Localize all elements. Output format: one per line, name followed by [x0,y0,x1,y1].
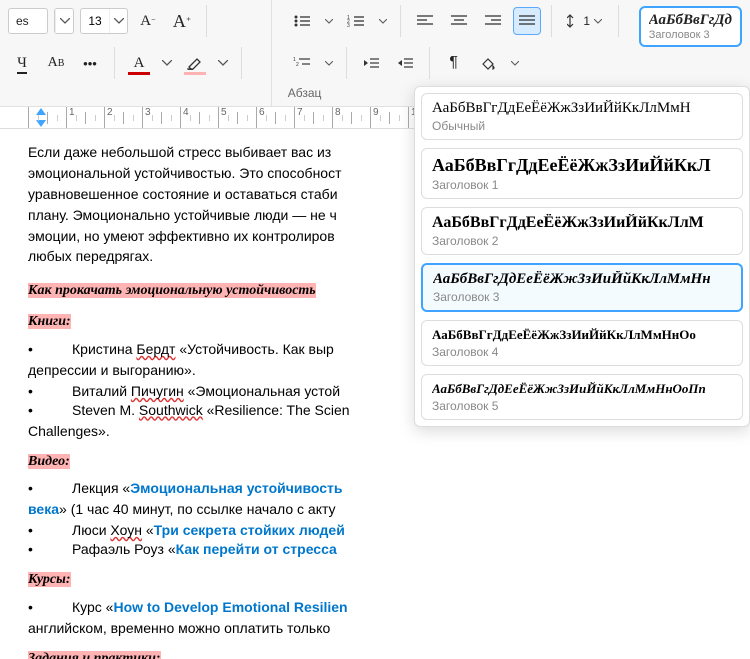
link[interactable]: How to Develop Emotional Resilien [113,599,347,615]
paint-bucket-icon [480,56,496,70]
font-size-combo[interactable] [80,8,128,34]
align-right-button[interactable] [479,7,507,35]
multilevel-list-dropdown[interactable] [322,49,336,77]
heading-video: Видео: [28,454,70,469]
decrease-font-button[interactable]: A⁻ [134,7,162,35]
paragraph-shading-dropdown[interactable] [508,49,522,77]
font-name-value: es [13,14,32,28]
highlight-button[interactable] [181,49,209,77]
link[interactable]: Как перейти от стресса [176,541,337,557]
style-label: Заголовок 1 [432,178,732,192]
style-sample: АаБбВвГгДдЕеЁёЖжЗзИиЙйКкЛлМмНн [433,271,731,288]
list-item: •Рафаэль Роуз «Как перейти от стресса [28,540,722,559]
font-color-dropdown[interactable] [159,49,175,77]
bulleted-list-button[interactable] [288,7,316,35]
paragraph-line: века» (1 час 40 минут, по ссылке начало … [28,500,722,519]
style-label: Заголовок 5 [432,399,732,413]
increase-font-button[interactable]: A⁺ [168,7,196,35]
line-spacing-button[interactable]: 1 [562,7,608,35]
decrease-indent-button[interactable] [357,49,385,77]
toolbar-row-1: es A⁻ A⁺ [0,0,271,42]
svg-text:2: 2 [296,62,299,68]
paragraph-shading-button[interactable] [474,49,502,77]
current-style-preview[interactable]: АаБбВвГгДд Заголовок 3 [639,6,742,47]
more-font-button[interactable]: ••• [76,49,104,77]
svg-text:1: 1 [347,15,350,21]
align-justify-button[interactable] [513,7,541,35]
highlighter-icon [186,56,204,70]
font-name-combo[interactable]: es [8,8,48,34]
list-item: •Лекция «Эмоциональная устойчивость [28,479,722,498]
paragraph-line: английском, временно можно оплатить толь… [28,619,722,638]
style-preview-sample: АаБбВвГгДд [649,12,732,29]
line-spacing-value: 1 [583,14,590,28]
style-item-heading2[interactable]: АаБбВвГгДдЕеЁёЖжЗзИиЙйКкЛлМ Заголовок 2 [421,207,743,255]
list-item: •Люси Хоун «Три секрета стойких людей [28,521,722,540]
style-sample: АаБбВвГгДдЕеЁёЖжЗзИиЙйКкЛлМ [432,214,732,232]
style-label: Обычный [432,119,732,133]
smallcaps-button[interactable]: AB [42,49,70,77]
nonprinting-chars-button[interactable]: ¶ [440,49,468,77]
first-line-indent-marker[interactable] [36,108,46,115]
chevron-down-icon [55,9,73,33]
multilevel-list-button[interactable]: 12 [288,49,316,77]
font-color-button[interactable]: A [125,49,153,77]
style-item-normal[interactable]: АаБбВвГгДдЕеЁёЖжЗзИиЙйКкЛлМмН Обычный [421,93,743,140]
style-sample: АаБбВвГгДдЕеЁёЖжЗзИиЙйКкЛлМмНнОоПп [432,381,732,397]
style-sample: АаБбВвГгДдЕеЁёЖжЗзИиЙйКкЛлМмН [432,100,732,117]
link[interactable]: Три секрета стойких людей [154,522,345,538]
list-item: •Курс «How to Develop Emotional Resilien [28,598,722,617]
style-item-heading1[interactable]: АаБбВвГгДдЕеЁёЖжЗзИиЙйКкЛ Заголовок 1 [421,148,743,199]
numbered-list-dropdown[interactable] [376,7,390,35]
align-center-button[interactable] [445,7,473,35]
style-preview-label: Заголовок 3 [649,29,732,41]
font-size-input[interactable] [81,14,109,28]
style-label: Заголовок 3 [433,290,731,304]
style-label: Заголовок 4 [432,345,732,359]
align-left-button[interactable] [411,7,439,35]
style-sample: АаБбВвГгДдЕеЁёЖжЗзИиЙйКкЛ [432,155,732,176]
line-spacing-icon [567,14,579,28]
style-item-heading4[interactable]: АаБбВвГгДдЕеЁёЖжЗзИиЙйКкЛлМмНнОо Заголов… [421,320,743,366]
styles-dropdown[interactable]: АаБбВвГгДдЕеЁёЖжЗзИиЙйКкЛлМмН Обычный Аа… [414,86,750,427]
svg-text:1: 1 [293,57,296,63]
style-sample: АаБбВвГгДдЕеЁёЖжЗзИиЙйКкЛлМмНнОо [432,327,732,343]
style-item-heading5[interactable]: АаБбВвГгДдЕеЁёЖжЗзИиЙйКкЛлМмНнОоПп Загол… [421,374,743,420]
hanging-indent-marker[interactable] [36,120,46,127]
underline-button[interactable]: Ч [8,49,36,77]
svg-text:2: 2 [347,19,350,25]
highlight-dropdown[interactable] [215,49,231,77]
font-name-dropdown[interactable] [54,8,74,34]
heading-books: Книги: [28,314,71,329]
link[interactable]: Эмоциональная устойчивость [130,480,342,496]
style-label: Заголовок 2 [432,234,732,248]
style-item-heading3[interactable]: АаБбВвГгДдЕеЁёЖжЗзИиЙйКкЛлМмНн Заголовок… [421,263,743,312]
increase-indent-button[interactable] [391,49,419,77]
heading-tasks: Задания и практики: [28,651,161,659]
svg-text:3: 3 [347,23,350,28]
heading-courses: Курсы: [28,572,71,587]
numbered-list-button[interactable]: 123 [342,7,370,35]
toolbar-row-2: Ч AB ••• A [0,42,271,84]
bulleted-list-dropdown[interactable] [322,7,336,35]
chevron-down-icon [109,9,127,33]
heading-howto: Как прокачать эмоциональную устойчивость [28,283,316,298]
